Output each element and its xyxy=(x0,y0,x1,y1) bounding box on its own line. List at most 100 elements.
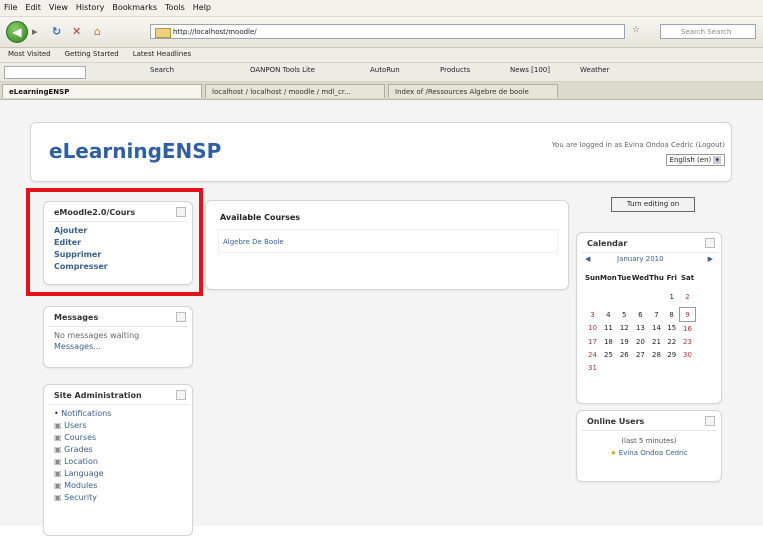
admin-item-location[interactable]: ▣ Location xyxy=(54,456,192,468)
weekday-header: Sun xyxy=(585,273,601,282)
admin-item-users[interactable]: ▣ Users xyxy=(54,420,192,432)
admin-item-courses[interactable]: ▣ Courses xyxy=(54,432,192,444)
calendar-day[interactable]: 12 xyxy=(617,322,632,336)
search-input[interactable]: Search Search xyxy=(660,24,756,39)
menu-edit[interactable]: Edit xyxy=(21,0,45,12)
forward-arrow-icon[interactable]: ▸ xyxy=(32,25,38,38)
admin-item-grades[interactable]: ▣ Grades xyxy=(54,444,192,456)
calendar-day[interactable]: 18 xyxy=(600,335,617,348)
toolbar-oanpon[interactable]: OANPON Tools Lite xyxy=(250,66,315,74)
calendar-day[interactable]: 5 xyxy=(617,308,632,322)
calendar-day xyxy=(649,361,664,374)
toolbar-search[interactable]: Search xyxy=(150,66,174,74)
home-icon[interactable]: ⌂ xyxy=(94,25,101,38)
site-title[interactable]: eLearningENSP xyxy=(49,139,221,163)
calendar-day[interactable]: 23 xyxy=(680,335,696,348)
toolbar-search-box[interactable] xyxy=(4,66,86,79)
chevron-down-icon: ▾ xyxy=(713,156,721,164)
collapse-icon[interactable] xyxy=(176,312,186,322)
calendar-day[interactable]: 19 xyxy=(617,335,632,348)
calendar-day[interactable]: 6 xyxy=(632,308,649,322)
menu-tools[interactable]: Tools xyxy=(161,0,189,12)
address-text: http://localhost/moodle/ xyxy=(173,28,257,36)
calendar-week: 31 xyxy=(585,361,696,374)
menu-view[interactable]: View xyxy=(45,0,72,12)
calendar-day-today[interactable]: 9 xyxy=(679,307,697,322)
stop-icon[interactable]: ✕ xyxy=(72,25,81,38)
calendar-day[interactable]: 7 xyxy=(649,308,664,322)
site-admin-block: Site Administration • Notifications ▣ Us… xyxy=(43,384,193,536)
calendar-day[interactable]: 17 xyxy=(585,335,600,348)
calendar-day[interactable]: 24 xyxy=(585,348,600,361)
course-link[interactable]: Algebre De Boole xyxy=(223,238,284,246)
menu-file[interactable]: File xyxy=(0,0,21,12)
calendar-day[interactable]: 29 xyxy=(664,348,680,361)
reload-icon[interactable]: ↻ xyxy=(52,25,61,38)
calendar-day[interactable]: 26 xyxy=(617,348,632,361)
menu-history[interactable]: History xyxy=(72,0,108,12)
admin-item-modules[interactable]: ▣ Modules xyxy=(54,480,192,492)
turn-editing-button[interactable]: Turn editing on xyxy=(611,197,695,212)
online-user-entry[interactable]: ★ Evina Ondoa Cedric xyxy=(577,449,721,457)
folder-icon: ▣ xyxy=(54,457,65,466)
tab-index-ressources[interactable]: Index of /Ressources Algebre de boole xyxy=(388,84,558,98)
calendar-day[interactable]: 28 xyxy=(649,348,664,361)
calendar-day[interactable]: 11 xyxy=(600,322,617,336)
admin-item-security[interactable]: ▣ Security xyxy=(54,492,192,504)
collapse-icon[interactable] xyxy=(705,238,715,248)
next-month-icon[interactable]: ▶ xyxy=(708,255,713,263)
weekday-header: Fri xyxy=(666,273,677,282)
calendar-day[interactable]: 21 xyxy=(649,335,664,348)
collapse-icon[interactable] xyxy=(176,390,186,400)
toolbar-news[interactable]: News [100] xyxy=(510,66,550,74)
toolbar-products[interactable]: Products xyxy=(440,66,470,74)
highlight-frame xyxy=(26,188,203,296)
calendar-day[interactable]: 15 xyxy=(664,322,680,336)
star-icon[interactable]: ☆ xyxy=(632,25,640,35)
calendar-day[interactable]: 27 xyxy=(632,348,649,361)
address-bar[interactable]: http://localhost/moodle/ xyxy=(150,24,625,39)
bookmark-most-visited[interactable]: Most Visited xyxy=(0,48,57,58)
calendar-day[interactable]: 30 xyxy=(680,348,696,361)
admin-item-language[interactable]: ▣ Language xyxy=(54,468,192,480)
prev-month-icon[interactable]: ◀ xyxy=(585,255,590,263)
tab-label: eLearningENSP xyxy=(9,88,70,96)
calendar-day[interactable]: 22 xyxy=(664,335,680,348)
calendar-day[interactable]: 25 xyxy=(600,348,617,361)
calendar-day[interactable]: 3 xyxy=(585,308,600,322)
calendar-day[interactable]: 8 xyxy=(664,308,680,322)
calendar-day[interactable]: 10 xyxy=(585,322,600,336)
tab-elearningensp[interactable]: eLearningENSP xyxy=(2,84,202,98)
course-row: Algebre De Boole xyxy=(218,229,558,253)
admin-item-label: Notifications xyxy=(61,409,112,418)
back-arrow-icon[interactable]: ◀ xyxy=(6,21,28,43)
messages-link[interactable]: Messages... xyxy=(54,341,192,352)
menu-help[interactable]: Help xyxy=(189,0,215,12)
toolbar-autorun[interactable]: AutoRun xyxy=(370,66,400,74)
calendar-day[interactable]: 2 xyxy=(680,290,696,303)
calendar-day xyxy=(600,361,617,374)
calendar-day[interactable]: 14 xyxy=(649,322,664,336)
collapse-icon[interactable] xyxy=(705,416,715,426)
toolbar-weather[interactable]: Weather xyxy=(580,66,609,74)
calendar-day[interactable]: 4 xyxy=(600,308,617,322)
admin-item-label: Language xyxy=(64,469,104,478)
calendar-day[interactable]: 13 xyxy=(632,322,649,336)
calendar-day[interactable]: 31 xyxy=(585,361,600,374)
calendar-week: 10 11 12 13 14 15 16 xyxy=(585,322,696,336)
calendar-day[interactable]: 20 xyxy=(632,335,649,348)
calendar-grid: Sun Mon Tue Wed Thu Fri Sat 1 2 3 4 5 6 … xyxy=(585,271,697,374)
folder-icon: ▣ xyxy=(54,469,65,478)
calendar-day[interactable]: 1 xyxy=(664,290,680,303)
calendar-day[interactable]: 16 xyxy=(680,322,696,336)
tab-phpmyadmin[interactable]: localhost / localhost / moodle / mdl_cr.… xyxy=(205,84,385,98)
language-select[interactable]: English (en) ▾ xyxy=(665,154,725,166)
login-info[interactable]: You are logged in as Evina Ondoa Cedric … xyxy=(552,141,725,149)
online-user-name: Evina Ondoa Cedric xyxy=(618,449,688,457)
weekday-header: Sat xyxy=(680,273,695,282)
menu-bookmarks[interactable]: Bookmarks xyxy=(108,0,161,12)
calendar-month[interactable]: January 2010 xyxy=(617,255,664,263)
admin-item-notifications[interactable]: • Notifications xyxy=(54,408,192,420)
bookmark-latest-headlines[interactable]: Latest Headlines xyxy=(125,48,197,58)
bookmark-getting-started[interactable]: Getting Started xyxy=(57,48,125,58)
